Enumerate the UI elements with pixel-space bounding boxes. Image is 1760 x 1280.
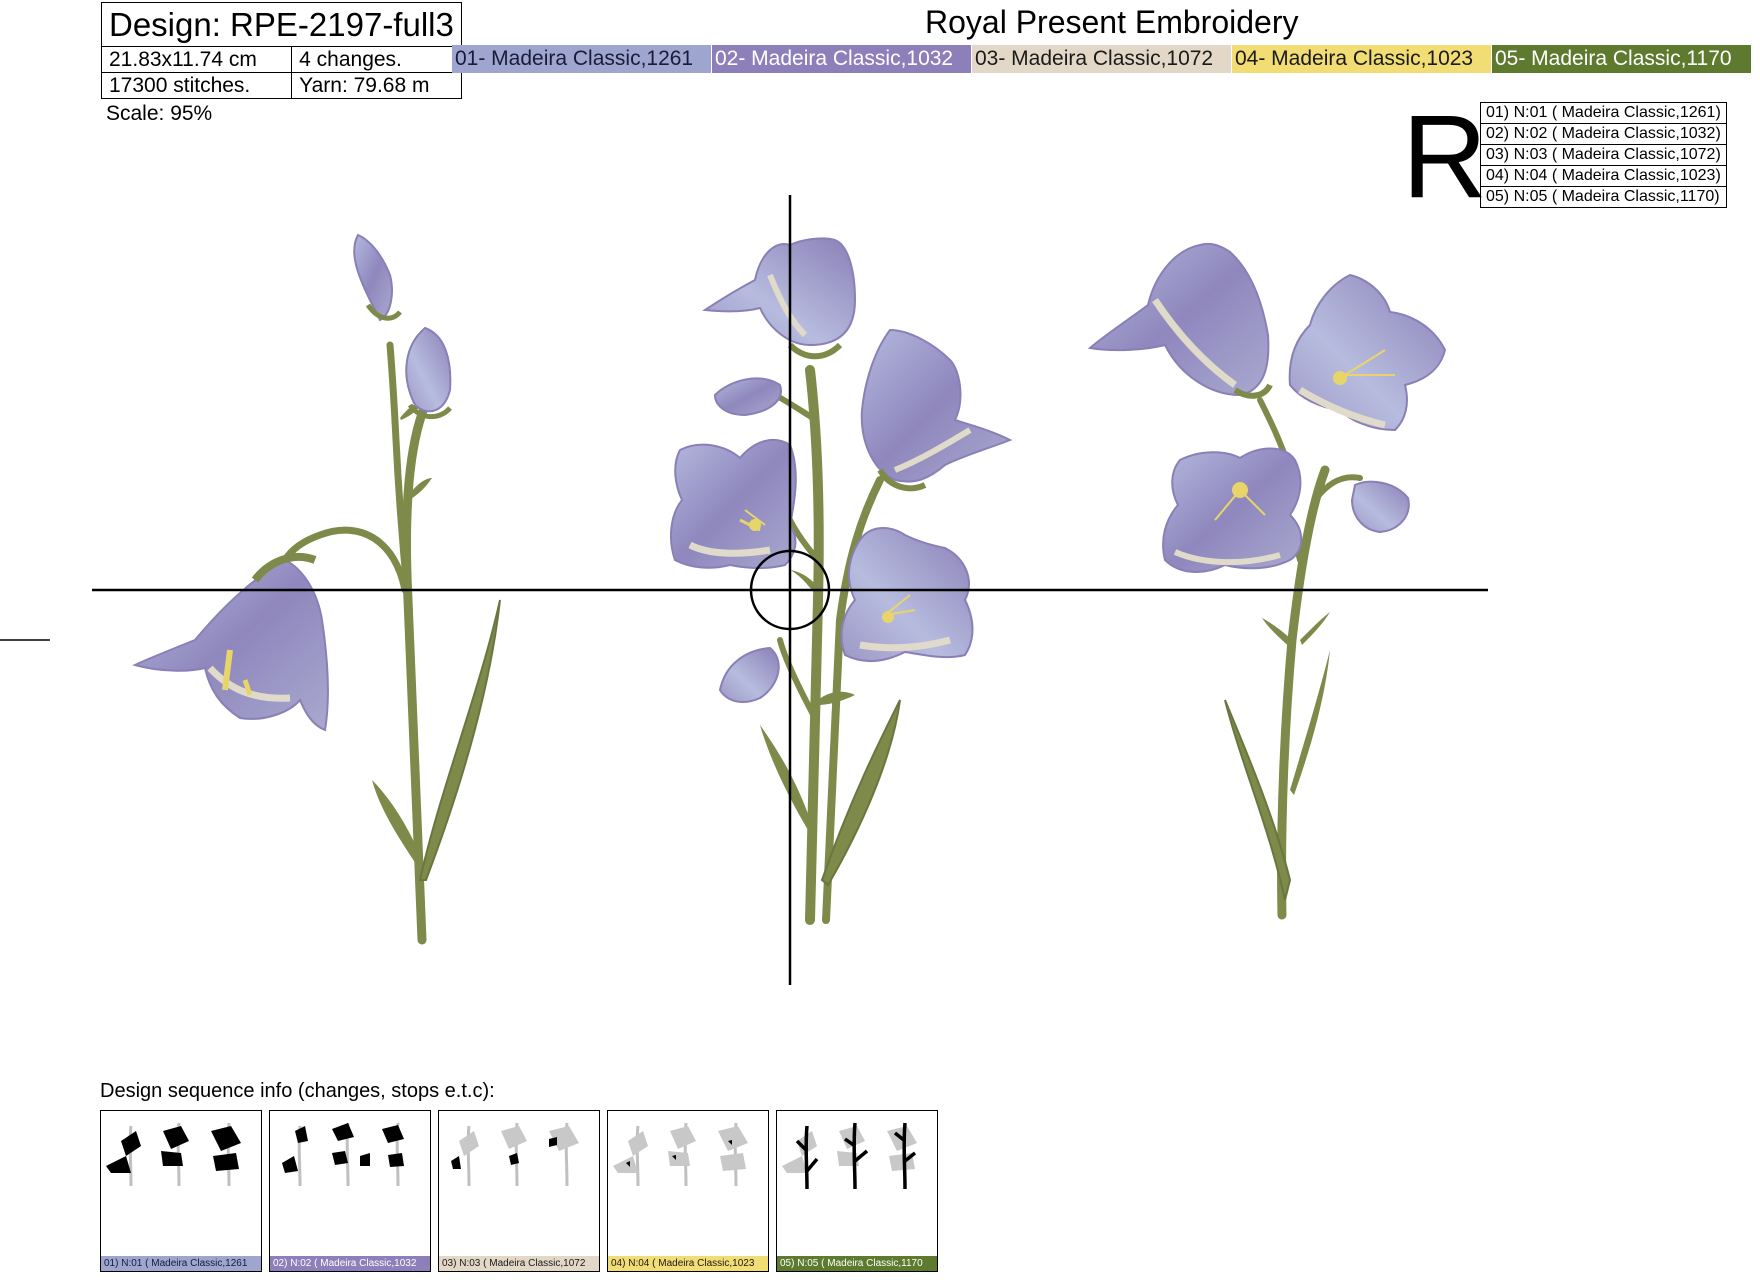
thumbnail-image — [106, 1122, 241, 1187]
embroidery-preview — [0, 195, 1488, 985]
thumbnail-label: 04) N:04 ( Madeira Classic,1023 — [608, 1256, 768, 1271]
bellflower-right — [1087, 242, 1447, 920]
thumbnail-image — [782, 1122, 917, 1190]
thumbnail-image — [613, 1122, 748, 1187]
sequence-thumbnail-4: 04) N:04 ( Madeira Classic,1023 — [607, 1110, 769, 1272]
sequence-thumbnail-5: 05) N:05 ( Madeira Classic,1170 — [776, 1110, 938, 1272]
sequence-thumbnail-1: 01) N:01 ( Madeira Classic,1261 — [100, 1110, 262, 1272]
bellflower-center — [670, 237, 1013, 925]
thumbnail-label: 05) N:05 ( Madeira Classic,1170 — [777, 1256, 937, 1271]
thumbnail-image — [451, 1122, 579, 1187]
thumbnail-label: 03) N:03 ( Madeira Classic,1072 — [439, 1256, 599, 1271]
sequence-thumbnail-2: 02) N:02 ( Madeira Classic,1032 — [269, 1110, 431, 1272]
thumbnail-image — [282, 1122, 404, 1187]
thumbnail-label: 02) N:02 ( Madeira Classic,1032 — [270, 1256, 430, 1271]
sequence-thumbnail-3: 03) N:03 ( Madeira Classic,1072 — [438, 1110, 600, 1272]
sequence-title: Design sequence info (changes, stops e.t… — [100, 1080, 495, 1102]
bellflower-left — [132, 233, 501, 945]
thumbnail-label: 01) N:01 ( Madeira Classic,1261 — [101, 1256, 261, 1271]
